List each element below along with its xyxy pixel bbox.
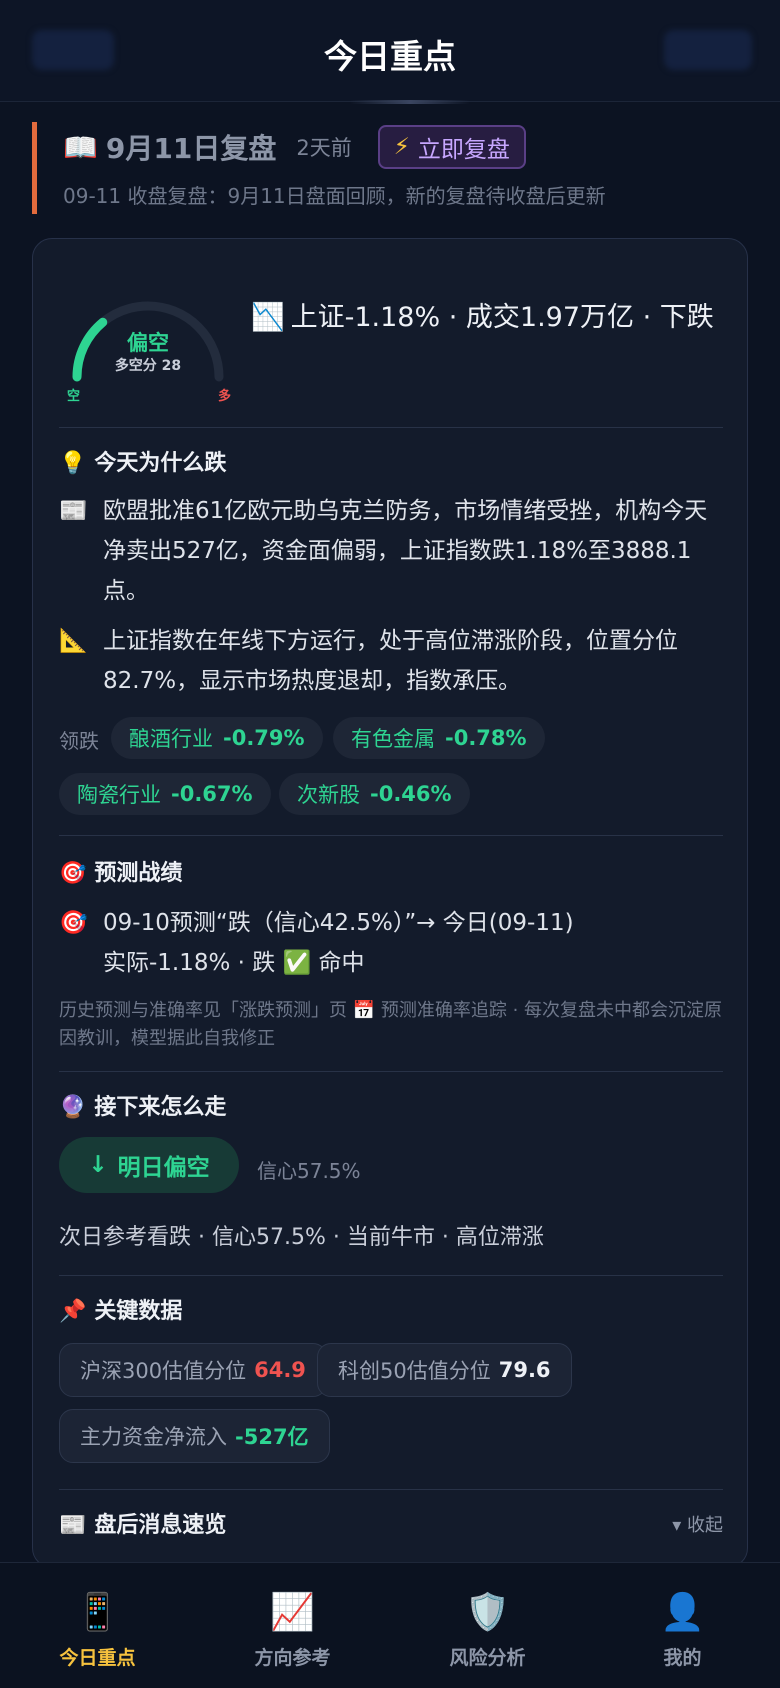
summary-card: 偏空 多空分 28 空 多 📉 上证-1.18% · 成交1.97万亿 · 下跌 … <box>32 238 748 1568</box>
crystal-ball-icon: 🔮 <box>59 1095 87 1120</box>
open-book-icon: 📖 <box>63 130 98 164</box>
key-data-value: 64.9 <box>254 1358 306 1382</box>
gauge-right-label: 多 <box>217 389 231 404</box>
review-now-button[interactable]: ⚡ 立即复盘 <box>377 125 526 169</box>
nav-label: 方向参考 <box>254 1647 331 1669</box>
key-data-chip[interactable]: 沪深300估值分位 64.9 <box>59 1343 327 1397</box>
sector-name: 有色金属 <box>351 727 435 751</box>
review-now-label: 立即复盘 <box>417 137 510 163</box>
tomorrow-direction-pill: ↓ 明日偏空 <box>59 1137 239 1193</box>
nav-direction[interactable]: 📈 方向参考 <box>195 1563 390 1688</box>
bottom-nav: 📱 今日重点 📈 方向参考 🛡️ 风险分析 👤 我的 <box>0 1562 780 1688</box>
gauge-left-label: 空 <box>67 389 81 404</box>
target-icon: 🎯 <box>59 910 88 936</box>
lightning-icon: ⚡ <box>393 134 410 160</box>
newspaper-icon: 📰 <box>59 1513 87 1538</box>
key-data-chip[interactable]: 主力资金净流入 -527亿 <box>59 1409 330 1463</box>
nav-label: 风险分析 <box>449 1647 526 1669</box>
confidence-text: 信心57.5% <box>257 1159 361 1183</box>
section-key-title: 📌 关键数据 <box>59 1293 182 1325</box>
nav-profile[interactable]: 👤 我的 <box>585 1563 780 1688</box>
divider <box>59 427 723 428</box>
divider <box>59 1489 723 1490</box>
key-data-value: -527亿 <box>235 1425 309 1449</box>
key-data-label: 主力资金净流入 <box>80 1425 227 1449</box>
arrow-down-icon: ↓ <box>88 1152 108 1178</box>
key-data-label: 科创50估值分位 <box>338 1359 491 1383</box>
sector-chip[interactable]: 酿酒行业 -0.79% <box>111 717 323 759</box>
review-title: 9月11日复盘 <box>105 132 277 165</box>
gauge-label: 偏空 <box>127 331 169 355</box>
market-headline: 📉 上证-1.18% · 成交1.97万亿 · 下跌 <box>251 299 721 337</box>
user-icon: 👤 <box>660 1592 705 1633</box>
record-line: 🎯 09-10预测“跌（信心42.5%）”→ 今日(09-11)实际-1.18%… <box>59 903 579 983</box>
review-subtitle: 09-11 收盘复盘：9月11日盘面回顾，新的复盘待收盘后更新 <box>63 184 606 208</box>
header-right-control[interactable] <box>664 30 752 70</box>
section-news-title: 📰 盘后消息速览 <box>59 1507 226 1539</box>
why-item-text: 上证指数在年线下方运行，处于高位滞涨阶段，位置分位82.7%，显示市场热度退却，… <box>103 628 678 694</box>
triangle-ruler-icon: 📐 <box>59 628 88 654</box>
divider <box>59 1071 723 1072</box>
sector-chip[interactable]: 陶瓷行业 -0.67% <box>59 773 271 815</box>
shield-icon: 🛡️ <box>465 1592 510 1633</box>
next-summary: 次日参考看跌 · 信心57.5% · 当前牛市 · 高位滞涨 <box>59 1225 544 1250</box>
sector-name: 酿酒行业 <box>129 727 213 751</box>
sector-name: 陶瓷行业 <box>77 783 161 807</box>
chart-up-icon: 📈 <box>270 1592 315 1633</box>
leading-decline-label: 领跌 <box>59 729 99 753</box>
nav-label: 我的 <box>663 1647 702 1669</box>
sector-change: -0.67% <box>171 782 253 806</box>
page-title: 今日重点 <box>324 37 456 76</box>
divider <box>59 835 723 836</box>
nav-label: 今日重点 <box>59 1647 136 1669</box>
pushpin-icon: 📌 <box>59 1299 87 1324</box>
why-item: 📐 上证指数在年线下方运行，处于高位滞涨阶段，位置分位82.7%，显示市场热度退… <box>59 621 723 701</box>
sentiment-gauge: 偏空 多空分 28 空 多 <box>63 289 233 404</box>
gauge-score: 多空分 28 <box>114 358 182 374</box>
section-record-label: 预测战绩 <box>94 861 183 886</box>
sector-change: -0.46% <box>370 782 452 806</box>
tomorrow-direction-label: 明日偏空 <box>117 1155 210 1181</box>
section-next-label: 接下来怎么走 <box>94 1095 227 1120</box>
section-why-title: 💡 今天为什么跌 <box>59 445 226 477</box>
key-data-chip[interactable]: 科创50估值分位 79.6 <box>317 1343 572 1397</box>
review-banner: 📖 9月11日复盘 2天前 ⚡ 立即复盘 09-11 收盘复盘：9月11日盘面回… <box>32 122 748 214</box>
section-record-title: 🎯 预测战绩 <box>59 855 182 887</box>
nav-today[interactable]: 📱 今日重点 <box>0 1563 195 1688</box>
divider <box>59 1275 723 1276</box>
app-header: 今日重点 <box>0 0 780 104</box>
key-data-value: 79.6 <box>498 1358 551 1382</box>
collapse-toggle[interactable]: ▾ 收起 <box>672 1511 723 1537</box>
sector-chip[interactable]: 次新股 -0.46% <box>279 773 470 815</box>
sector-chip[interactable]: 有色金属 -0.78% <box>333 717 545 759</box>
key-data-label: 沪深300估值分位 <box>80 1359 247 1383</box>
section-news-label: 盘后消息速览 <box>94 1513 227 1538</box>
sector-change: -0.79% <box>223 726 305 750</box>
section-key-label: 关键数据 <box>94 1299 183 1324</box>
newspaper-icon: 📰 <box>59 498 88 524</box>
nav-risk[interactable]: 🛡️ 风险分析 <box>390 1563 585 1688</box>
record-line-text: 09-10预测“跌（信心42.5%）”→ 今日(09-11)实际-1.18% ·… <box>103 910 574 976</box>
chart-down-icon: 📉 <box>251 302 285 333</box>
headline-text: 上证-1.18% · 成交1.97万亿 · 下跌 <box>290 302 714 333</box>
target-icon: 🎯 <box>59 861 87 886</box>
mobile-phone-icon: 📱 <box>75 1592 120 1633</box>
sector-name: 次新股 <box>297 783 360 807</box>
record-note: 历史预测与准确率见「涨跌预测」页 📅 预测准确率追踪 · 每次复盘未中都会沉淀原… <box>59 1000 723 1049</box>
lightbulb-icon: 💡 <box>59 451 87 476</box>
review-time-ago: 2天前 <box>296 136 352 160</box>
why-item-text: 欧盟批准61亿欧元助乌克兰防务，市场情绪受挫，机构今天净卖出527亿，资金面偏弱… <box>103 498 708 604</box>
why-item: 📰 欧盟批准61亿欧元助乌克兰防务，市场情绪受挫，机构今天净卖出527亿，资金面… <box>59 491 723 611</box>
header-indicator <box>350 100 470 104</box>
section-next-title: 🔮 接下来怎么走 <box>59 1089 226 1121</box>
section-why-label: 今天为什么跌 <box>94 451 227 476</box>
sector-change: -0.78% <box>445 726 527 750</box>
